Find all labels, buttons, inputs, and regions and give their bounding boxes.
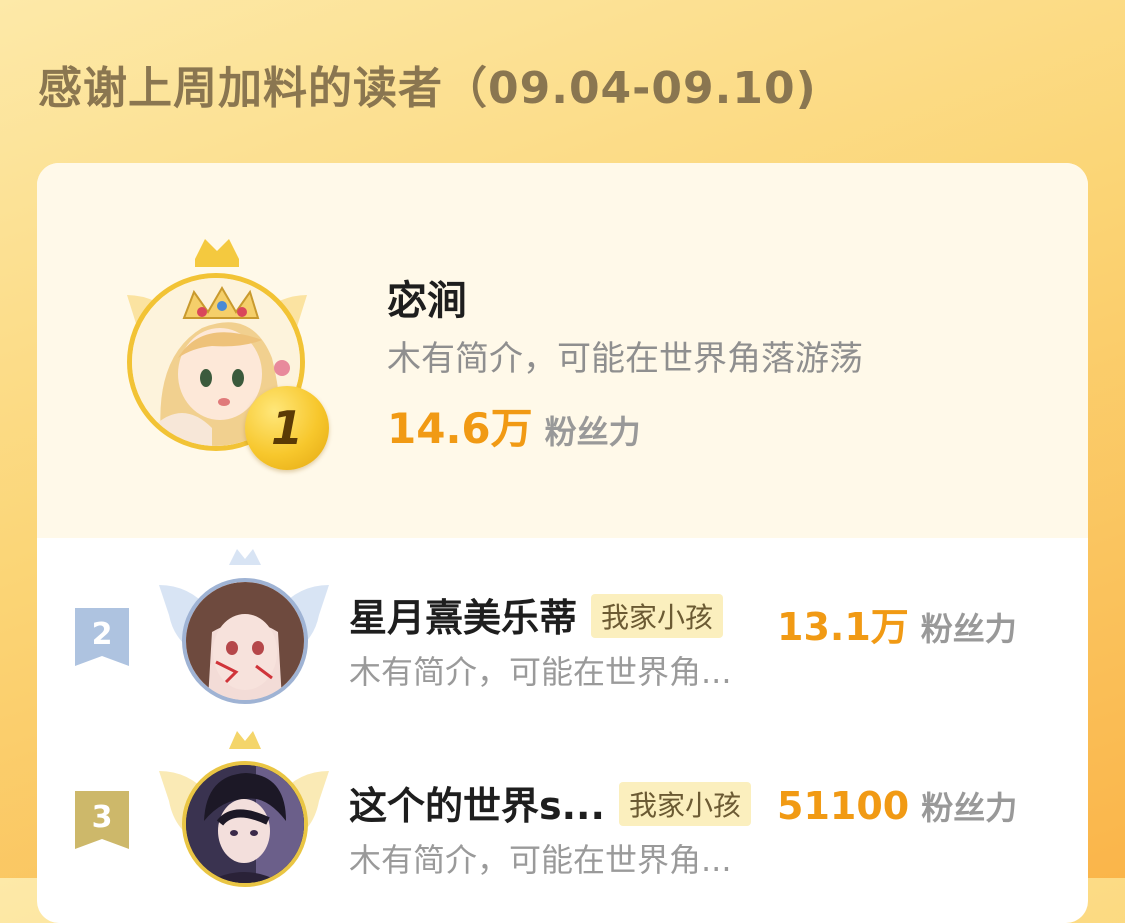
tag-badge: 我家小孩 <box>591 594 724 638</box>
reader-name[interactable]: 宓涧 <box>387 268 467 326</box>
list-item[interactable]: 3 这个的世界s... 我家小孩 木有简介，可能在世界角... 51100 粉丝力 <box>37 731 1088 923</box>
rank-number: 1 <box>270 401 303 455</box>
reader-name-text: 这个的世界s... <box>349 784 605 828</box>
rank-number: 3 <box>92 800 113 835</box>
avatar-image <box>186 765 304 883</box>
fan-power-label: 粉丝力 <box>920 610 1017 648</box>
fan-power-label: 粉丝力 <box>921 789 1018 827</box>
reader-intro: 木有简介，可能在世界角... <box>349 841 732 879</box>
reader-name-text: 星月熹美乐蒂 <box>349 596 578 640</box>
fan-power-value: 14.6万 <box>387 404 533 453</box>
reader-intro: 木有简介，可能在世界角... <box>349 653 732 691</box>
tag-badge: 我家小孩 <box>618 782 751 826</box>
rank-2-flag-icon: 2 <box>75 608 129 666</box>
fan-power: 51100 粉丝力 <box>777 783 1017 829</box>
rank-3-flag-icon: 3 <box>75 791 129 849</box>
reader-name[interactable]: 星月熹美乐蒂 我家小孩 <box>349 587 724 642</box>
fan-power: 13.1万 粉丝力 <box>777 596 1017 651</box>
avatar-image <box>186 582 304 700</box>
page-title: 感谢上周加料的读者（09.04-09.10) <box>38 63 817 114</box>
reader-name[interactable]: 这个的世界s... 我家小孩 <box>349 775 751 830</box>
rank-1-badge: 1 <box>245 386 329 470</box>
top-reader-item[interactable]: 1 宓涧 木有简介，可能在世界角落游荡 14.6万 粉丝力 <box>37 163 1088 538</box>
reader-intro: 木有简介，可能在世界角落游荡 <box>387 339 863 379</box>
rank-number: 2 <box>92 617 113 652</box>
list-item[interactable]: 2 星月熹美乐蒂 我家小孩 木有简介，可能在世界角... 13.1万 粉丝力 <box>37 543 1088 733</box>
avatar[interactable] <box>182 578 308 704</box>
fan-power-value: 13.1万 <box>777 605 909 649</box>
avatar[interactable] <box>182 761 308 887</box>
fan-power: 14.6万 粉丝力 <box>387 395 641 456</box>
fan-power-label: 粉丝力 <box>544 413 641 451</box>
fan-power-value: 51100 <box>777 784 910 828</box>
reader-ranking-card: 1 宓涧 木有简介，可能在世界角落游荡 14.6万 粉丝力 2 星月熹美乐蒂 我… <box>37 163 1088 923</box>
